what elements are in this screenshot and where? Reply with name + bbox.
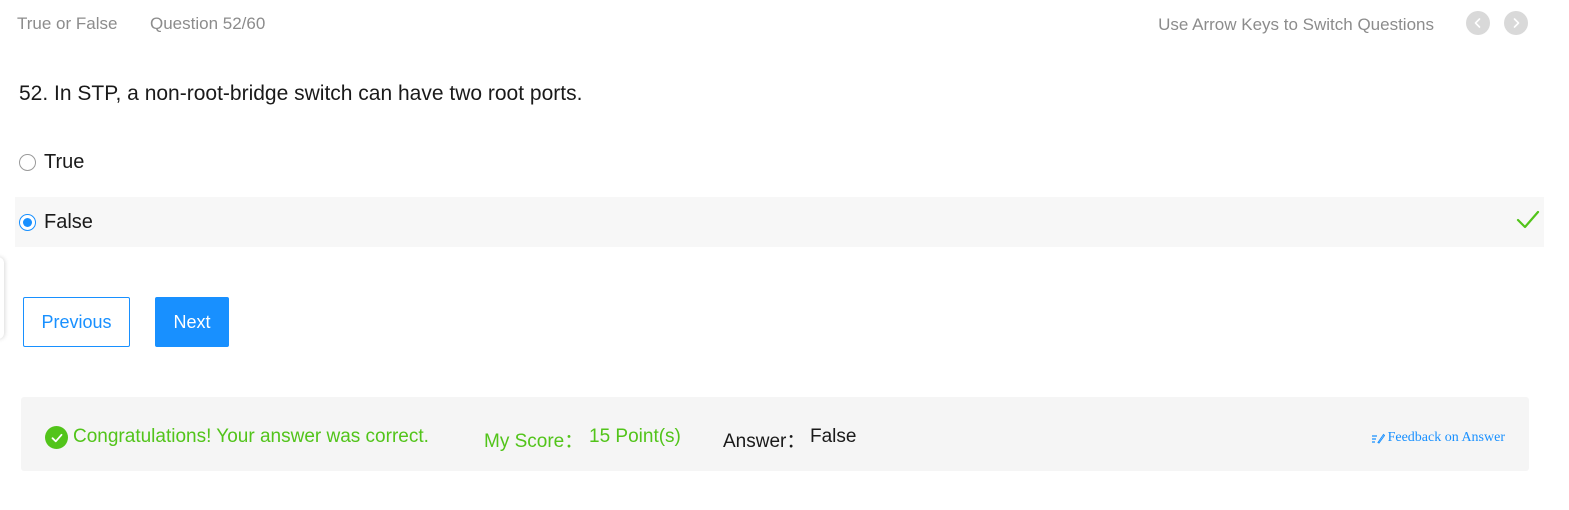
answer-label: Answer： — [723, 431, 806, 452]
side-drawer-handle[interactable] — [0, 257, 4, 339]
score-label: My Score： — [484, 431, 584, 452]
edit-icon — [1371, 432, 1385, 444]
check-circle-icon — [45, 426, 68, 449]
option-label-false: False — [44, 210, 93, 233]
result-panel: Congratulations! Your answer was correct… — [21, 397, 1529, 471]
quiz-page: True or False Question 52/60 Use Arrow K… — [0, 0, 1569, 510]
answer-value: False — [810, 426, 857, 447]
option-true[interactable]: True — [15, 137, 1544, 187]
result-message: Congratulations! Your answer was correct… — [73, 426, 429, 447]
radio-false[interactable] — [19, 213, 36, 231]
next-button[interactable]: Next — [155, 297, 229, 347]
previous-question-button[interactable] — [1466, 11, 1490, 35]
option-false[interactable]: False — [15, 197, 1544, 247]
question-type-label: True or False — [17, 14, 118, 33]
previous-button[interactable]: Previous — [23, 297, 130, 347]
next-question-button[interactable] — [1504, 11, 1528, 35]
question-header: True or False Question 52/60 Use Arrow K… — [0, 0, 1569, 48]
checkmark-icon — [1516, 209, 1540, 236]
feedback-link[interactable]: Feedback on Answer — [1371, 430, 1505, 446]
radio-true[interactable] — [19, 153, 36, 171]
chevron-left-icon — [1474, 18, 1481, 28]
score-value: 15 Point(s) — [589, 426, 681, 447]
option-label-true: True — [44, 150, 85, 173]
question-counter: Question 52/60 — [150, 14, 266, 33]
feedback-label: Feedback on Answer — [1387, 430, 1505, 445]
question-text: 52. In STP, a non-root-bridge switch can… — [19, 82, 583, 105]
keyboard-hint: Use Arrow Keys to Switch Questions — [1158, 15, 1434, 34]
chevron-right-icon — [1513, 18, 1520, 28]
